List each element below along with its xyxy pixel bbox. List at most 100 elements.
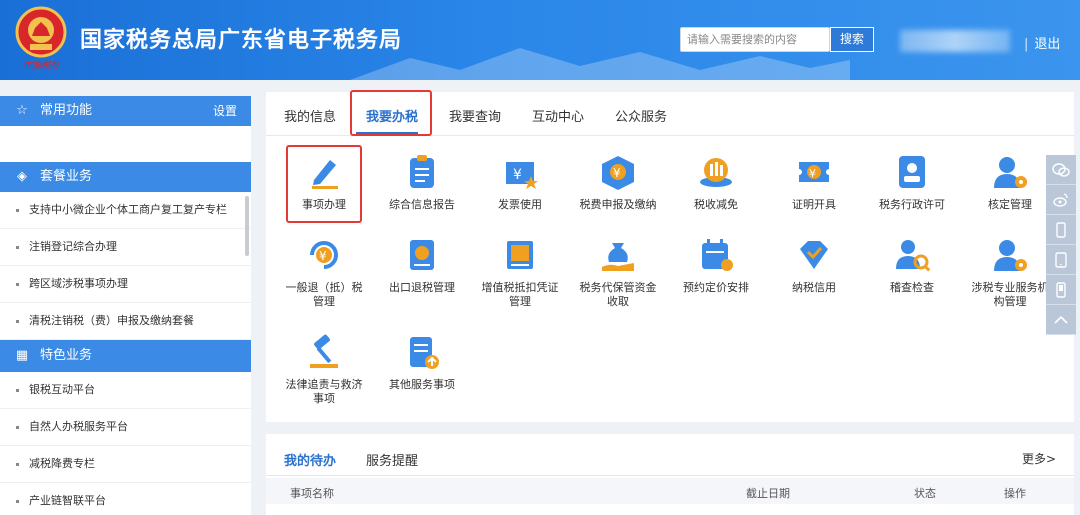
todo-more-link[interactable]: 更多>	[1022, 450, 1056, 467]
float-app-button[interactable]	[1046, 245, 1076, 275]
tab-my-info[interactable]: 我的信息	[284, 106, 336, 125]
sidebar-package-label: 套餐业务	[40, 169, 93, 184]
emblem-caption: 中国税务	[22, 61, 59, 71]
service-label: 证明开具	[792, 198, 836, 211]
clipboard-icon	[410, 155, 434, 188]
invoice-icon: ¥	[506, 162, 538, 189]
id-card-icon	[899, 156, 925, 188]
user-info-blurred	[900, 30, 1010, 52]
sidebar-special-header[interactable]: ▦ 特色业务	[0, 340, 251, 372]
service-pricing-arrangement[interactable]: 预约定价安排	[676, 235, 756, 295]
col-matter-name: 事项名称	[290, 487, 334, 500]
bullet-icon	[16, 425, 19, 429]
tab-interaction[interactable]: 互动中心	[532, 106, 584, 125]
todo-tabs: 我的待办 服务提醒 更多>	[266, 434, 1074, 476]
service-label: 税费申报及缴纳	[579, 198, 657, 211]
sidebar-common-header[interactable]: ☆ 常用功能 设置	[0, 96, 251, 126]
inspector-icon	[896, 240, 931, 272]
tab-my-todo[interactable]: 我的待办	[284, 450, 336, 469]
search-input[interactable]: 请输入需要搜索的内容	[680, 27, 830, 52]
float-weibo-button[interactable]	[1046, 185, 1076, 215]
search-button[interactable]: 搜索	[830, 27, 874, 52]
float-service-button[interactable]	[1046, 275, 1076, 305]
service-label: 综合信息报告	[389, 198, 455, 211]
top-header: 中国税务 国家税务总局广东省电子税务局 请输入需要搜索的内容 搜索 | 退出	[0, 0, 1080, 80]
service-tax-credit[interactable]: 纳税信用	[774, 235, 854, 295]
sidebar-item-label: 减税降费专栏	[29, 457, 95, 470]
service-info-report[interactable]: 综合信息报告	[382, 152, 462, 212]
tax-box-icon: ¥	[602, 156, 634, 190]
service-label: 涉税专业服务机构管理	[971, 281, 1049, 308]
service-highlight-box	[286, 145, 362, 223]
bullet-icon	[16, 282, 19, 286]
sidebar-item-bank-tax[interactable]: 银税互动平台	[0, 372, 251, 409]
float-top-button[interactable]	[1046, 305, 1076, 335]
site-title: 国家税务总局广东省电子税务局	[80, 28, 403, 53]
sidebar-item-industry-chain[interactable]: 产业链智联平台	[0, 483, 251, 515]
service-verify-manage[interactable]: 核定管理	[970, 152, 1050, 212]
service-label: 一般退（抵）税管理	[285, 281, 363, 308]
coin-stack-icon	[700, 158, 732, 187]
sidebar-item-label: 清税注销税（费）申报及缴纳套餐	[29, 314, 194, 327]
tab-query[interactable]: 我要查询	[449, 106, 501, 125]
svg-text:¥: ¥	[513, 167, 522, 183]
sidebar-item-label: 自然人办税服务平台	[29, 420, 128, 433]
sidebar-item-label: 支持中小微企业个体工商户复工复产专栏	[29, 203, 227, 216]
refund-icon: ¥	[310, 241, 338, 269]
service-declare-pay[interactable]: ¥ 税费申报及缴纳	[578, 152, 658, 212]
sidebar-package-header[interactable]: ◈ 套餐业务	[0, 162, 251, 192]
service-label: 其他服务事项	[389, 378, 455, 391]
service-label: 预约定价安排	[683, 281, 749, 294]
user-gear-icon	[994, 157, 1027, 188]
device-icon	[1056, 281, 1066, 298]
service-other[interactable]: 其他服务事项	[382, 332, 462, 392]
sidebar-item-label: 注销登记综合办理	[29, 240, 117, 253]
tab-service-reminder[interactable]: 服务提醒	[366, 450, 418, 469]
sidebar-item-natural-person[interactable]: 自然人办税服务平台	[0, 409, 251, 446]
service-label: 发票使用	[498, 198, 542, 211]
logout-label: 退出	[1034, 37, 1061, 52]
sidebar-item-covid-support[interactable]: 支持中小微企业个体工商户复工复产专栏	[0, 192, 251, 229]
tax-emblem-icon	[15, 6, 67, 58]
sidebar-item-cross-region[interactable]: 跨区域涉税事项办理	[0, 266, 251, 303]
ticket-icon: ¥	[799, 162, 829, 182]
service-general-refund[interactable]: ¥ 一般退（抵）税管理	[284, 235, 364, 309]
svg-text:¥: ¥	[613, 166, 621, 180]
float-mobile-button[interactable]	[1046, 215, 1076, 245]
service-legal-remedy[interactable]: 法律追责与救济事项	[284, 332, 364, 406]
sidebar-item-label: 产业链智联平台	[29, 494, 106, 507]
chevron-up-icon	[1054, 315, 1068, 324]
main-tabs: 我的信息 我要办税 我要查询 互动中心 公众服务	[266, 90, 1074, 136]
service-label: 核定管理	[988, 198, 1032, 211]
service-label: 纳税信用	[792, 281, 836, 294]
bullet-icon	[16, 462, 19, 466]
service-export-refund[interactable]: 出口退税管理	[382, 235, 462, 295]
bullet-icon	[16, 388, 19, 392]
weibo-icon	[1053, 192, 1068, 207]
svg-text:¥: ¥	[319, 249, 327, 263]
service-custody-funds[interactable]: 税务代保管资金收取	[578, 235, 658, 309]
service-inspection[interactable]: 稽查检查	[872, 235, 952, 295]
sidebar-item-clearance-tax[interactable]: 清税注销税（费）申报及缴纳套餐	[0, 303, 251, 340]
sidebar-scrollbar[interactable]	[245, 196, 249, 256]
sidebar-item-tax-cut[interactable]: 减税降费专栏	[0, 446, 251, 483]
service-agency-manage[interactable]: 涉税专业服务机构管理	[970, 235, 1050, 309]
float-wechat-button[interactable]	[1046, 155, 1076, 185]
service-invoice[interactable]: ¥ 发票使用	[480, 152, 560, 212]
bullet-icon	[16, 319, 19, 323]
service-certificate[interactable]: ¥ 证明开具	[774, 152, 854, 212]
logout-link[interactable]: | 退出	[1024, 33, 1060, 52]
todo-panel: 我的待办 服务提醒 更多> 事项名称 截止日期 状态 操作	[266, 434, 1074, 515]
sidebar-item-deregistration[interactable]: 注销登记综合办理	[0, 229, 251, 266]
todo-table-header: 事项名称 截止日期 状态 操作	[266, 478, 1074, 504]
service-label: 税收减免	[694, 198, 738, 211]
tablet-icon	[1055, 251, 1067, 268]
sidebar-settings-link[interactable]: 设置	[213, 96, 237, 126]
tab-public-service[interactable]: 公众服务	[615, 106, 667, 125]
sidebar-common-body	[0, 126, 251, 162]
service-tax-relief[interactable]: 税收减免	[676, 152, 756, 212]
service-vat-voucher[interactable]: 增值税抵扣凭证管理	[480, 235, 560, 309]
service-admin-license[interactable]: 税务行政许可	[872, 152, 952, 212]
tab-highlight-box	[350, 90, 432, 136]
col-operation: 操作	[1004, 487, 1026, 500]
